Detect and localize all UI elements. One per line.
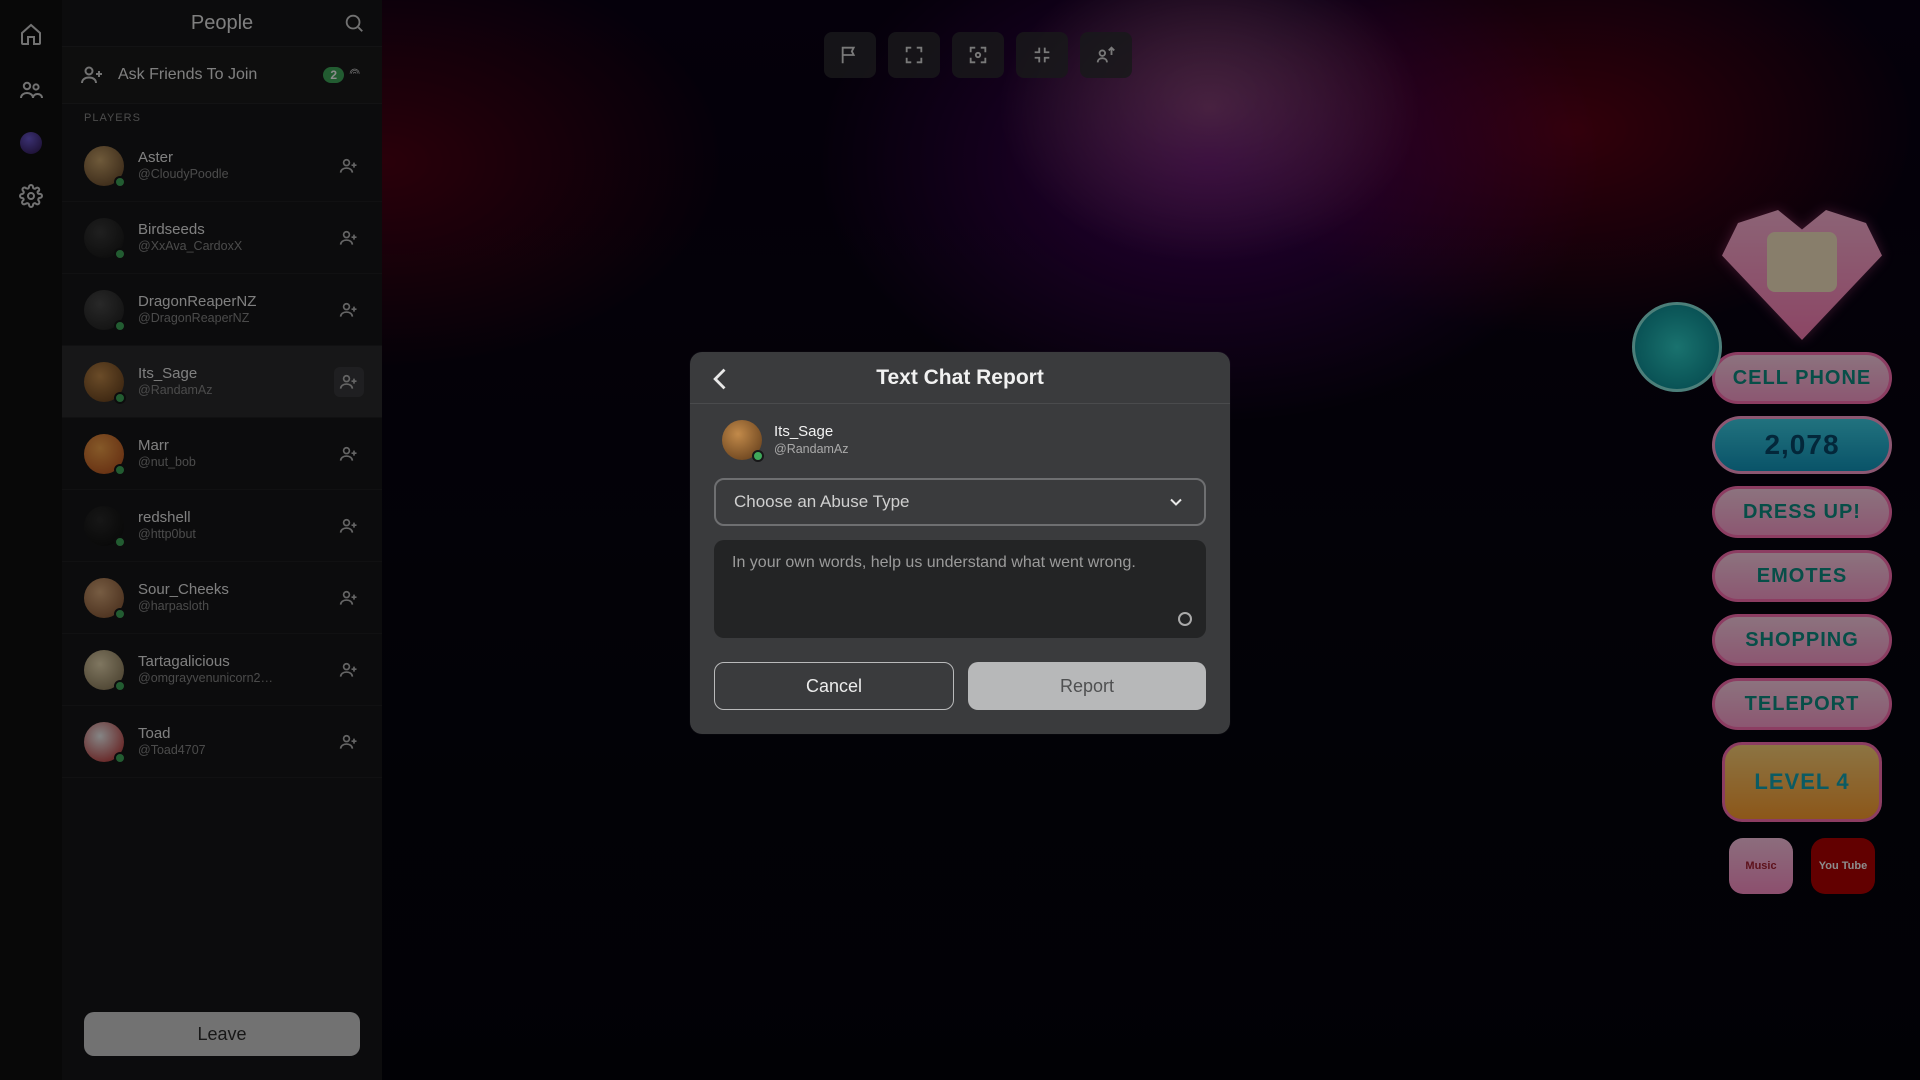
avatar — [84, 578, 124, 618]
search-icon[interactable] — [340, 9, 368, 37]
ask-friends-label: Ask Friends To Join — [118, 66, 309, 84]
abuse-type-select[interactable]: Choose an Abuse Type — [714, 478, 1206, 526]
avatar — [84, 290, 124, 330]
modal-title: Text Chat Report — [876, 366, 1044, 390]
report-button[interactable]: Report — [968, 662, 1206, 710]
player-row[interactable]: Tartagalicious @omgrayvenunicorn2… — [62, 634, 382, 706]
player-display-name: Marr — [138, 437, 320, 454]
cell-phone-button[interactable]: CELL PHONE — [1712, 352, 1892, 404]
abuse-text-placeholder: In your own words, help us understand wh… — [732, 554, 1136, 571]
player-row[interactable]: DragonReaperNZ @DragonReaperNZ — [62, 274, 382, 346]
player-row[interactable]: Birdseeds @XxAva_CardoxX — [62, 202, 382, 274]
avatar — [722, 420, 762, 460]
player-username: @DragonReaperNZ — [138, 310, 320, 326]
avatar — [84, 506, 124, 546]
respawn-icon[interactable] — [1080, 32, 1132, 78]
avatar — [84, 146, 124, 186]
currency-counter[interactable]: 2,078 — [1712, 416, 1892, 474]
players-heading: PLAYERS — [62, 104, 382, 130]
player-row[interactable]: redshell @http0but — [62, 490, 382, 562]
emotes-button[interactable]: EMOTES — [1712, 550, 1892, 602]
game-toolbar — [824, 32, 1132, 78]
record-indicator-icon — [1178, 612, 1192, 626]
modal-user-name: @RandamAz — [774, 441, 1198, 457]
modal-user-row: Its_Sage @RandamAz — [690, 404, 1230, 470]
avatar — [84, 434, 124, 474]
music-button[interactable]: Music — [1729, 838, 1793, 894]
player-username: @harpasloth — [138, 598, 320, 614]
cancel-button[interactable]: Cancel — [714, 662, 954, 710]
player-display-name: Tartagalicious — [138, 653, 320, 670]
fullscreen-enter-icon[interactable] — [888, 32, 940, 78]
abuse-select-placeholder: Choose an Abuse Type — [734, 492, 910, 512]
leave-button[interactable]: Leave — [84, 1012, 360, 1056]
level-badge[interactable]: LEVEL 4 — [1722, 742, 1882, 822]
ask-friends-badge: 2 — [323, 67, 364, 83]
player-username: @http0but — [138, 526, 320, 542]
add-friend-icon — [80, 63, 104, 87]
shopping-button[interactable]: SHOPPING — [1712, 614, 1892, 666]
player-display-name: Its_Sage — [138, 365, 320, 382]
player-row[interactable]: Toad @Toad4707 — [62, 706, 382, 778]
player-display-name: redshell — [138, 509, 320, 526]
flag-icon[interactable] — [824, 32, 876, 78]
back-icon[interactable] — [706, 364, 736, 394]
add-friend-icon[interactable] — [334, 295, 364, 325]
player-username: @nut_bob — [138, 454, 320, 470]
fullscreen-frame-icon[interactable] — [952, 32, 1004, 78]
avatar-icon[interactable] — [20, 132, 42, 154]
player-username: @RandamAz — [138, 382, 320, 398]
youtube-button[interactable]: You Tube — [1811, 838, 1875, 894]
ask-friends-row[interactable]: Ask Friends To Join 2 — [62, 46, 382, 104]
avatar — [84, 650, 124, 690]
player-display-name: Sour_Cheeks — [138, 581, 320, 598]
add-friend-icon[interactable] — [334, 439, 364, 469]
level-label: LEVEL — [1754, 769, 1830, 795]
add-friend-icon[interactable] — [334, 511, 364, 541]
modal-user-display: Its_Sage — [774, 423, 1198, 440]
player-display-name: Toad — [138, 725, 320, 742]
player-username: @omgrayvenunicorn2… — [138, 670, 320, 686]
add-friend-icon[interactable] — [334, 367, 364, 397]
ask-friends-count: 2 — [323, 67, 344, 83]
player-row[interactable]: Sour_Cheeks @harpasloth — [62, 562, 382, 634]
players-list: Aster @CloudyPoodle Birdseeds @XxAva_Car… — [62, 130, 382, 994]
avatar — [84, 362, 124, 402]
settings-icon[interactable] — [17, 182, 45, 210]
modal-header: Text Chat Report — [690, 352, 1230, 404]
avatar — [84, 722, 124, 762]
avatar — [84, 218, 124, 258]
add-friend-icon[interactable] — [334, 727, 364, 757]
fullscreen-exit-icon[interactable] — [1016, 32, 1068, 78]
add-friend-icon[interactable] — [334, 583, 364, 613]
left-nav-rail — [0, 0, 62, 1080]
home-icon[interactable] — [17, 20, 45, 48]
dress-up-button[interactable]: DRESS UP! — [1712, 486, 1892, 538]
add-friend-icon[interactable] — [334, 223, 364, 253]
player-row[interactable]: Its_Sage @RandamAz — [62, 346, 382, 418]
player-row[interactable]: Marr @nut_bob — [62, 418, 382, 490]
people-title: People — [191, 12, 253, 35]
player-display-name: Birdseeds — [138, 221, 320, 238]
level-value: 4 — [1836, 769, 1849, 795]
player-username: @XxAva_CardoxX — [138, 238, 320, 254]
add-friend-icon[interactable] — [334, 151, 364, 181]
player-display-name: Aster — [138, 149, 320, 166]
car-badge[interactable] — [1632, 302, 1722, 392]
teleport-button[interactable]: TELEPORT — [1712, 678, 1892, 730]
people-panel: People Ask Friends To Join 2 PLAYERS Ast… — [62, 0, 382, 1080]
text-chat-report-modal: Text Chat Report Its_Sage @RandamAz Choo… — [690, 352, 1230, 734]
player-username: @CloudyPoodle — [138, 166, 320, 182]
abuse-description-input[interactable]: In your own words, help us understand wh… — [714, 540, 1206, 638]
add-friend-icon[interactable] — [334, 655, 364, 685]
player-row[interactable]: Aster @CloudyPoodle — [62, 130, 382, 202]
people-header: People — [62, 0, 382, 46]
player-display-name: DragonReaperNZ — [138, 293, 320, 310]
people-icon[interactable] — [17, 76, 45, 104]
player-username: @Toad4707 — [138, 742, 320, 758]
